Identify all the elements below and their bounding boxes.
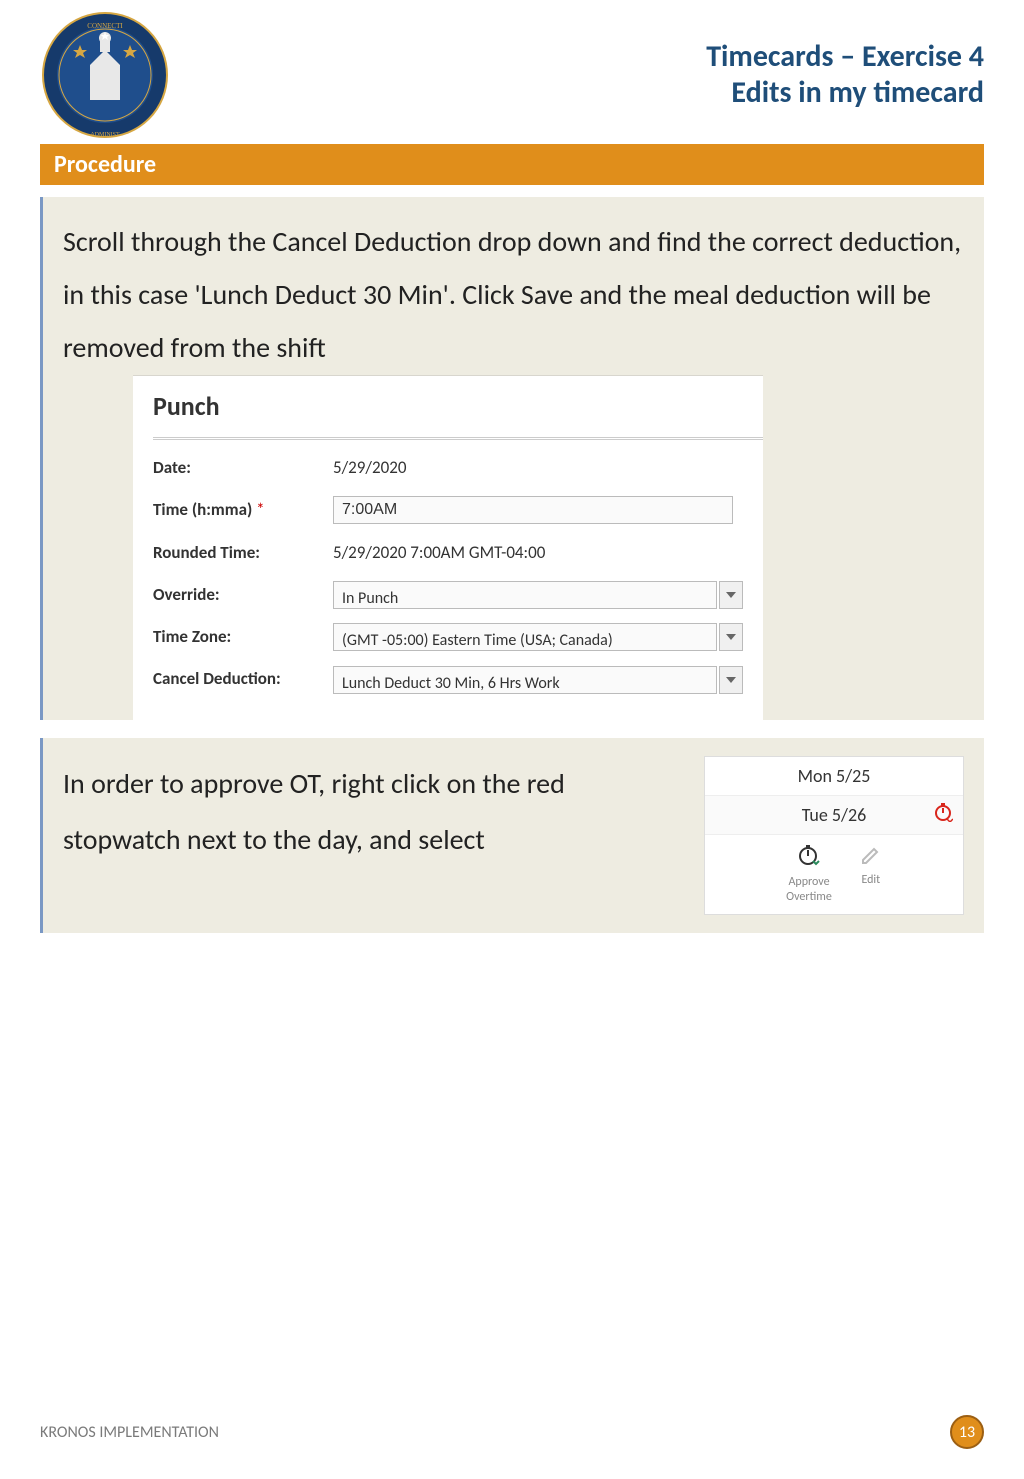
date-label: Date: xyxy=(153,452,333,484)
required-asterisk: * xyxy=(256,499,264,520)
time-label: Time (h:mma) * xyxy=(153,494,333,526)
rounded-time-value: 5/29/2020 7:00AM GMT-04:00 xyxy=(333,537,763,569)
cancel-deduction-dropdown-button[interactable] xyxy=(719,666,743,694)
chevron-down-icon xyxy=(726,677,736,683)
rounded-time-label: Rounded Time: xyxy=(153,537,333,569)
chevron-down-icon xyxy=(726,592,736,598)
page-number-badge: 13 xyxy=(950,1415,984,1449)
override-value: In Punch xyxy=(333,581,717,609)
procedure-heading: Procedure xyxy=(40,144,984,185)
punch-dialog-title: Punch xyxy=(153,382,763,440)
override-select[interactable]: In Punch xyxy=(333,581,743,609)
context-menu: Approve Overtime Edit xyxy=(705,835,963,914)
approve-stopwatch-icon xyxy=(786,843,832,873)
org-seal-icon: CONNECTI ADMINIST xyxy=(40,10,170,140)
timezone-select[interactable]: (GMT -05:00) Eastern Time (USA; Canada) xyxy=(333,623,743,651)
timezone-label: Time Zone: xyxy=(153,621,333,653)
svg-text:ADMINIST: ADMINIST xyxy=(90,132,120,138)
cancel-deduction-value: Lunch Deduct 30 Min, 6 Hrs Work xyxy=(333,666,717,694)
day-row-tue[interactable]: Tue 5/26 xyxy=(705,796,963,835)
edit-button[interactable]: Edit xyxy=(860,843,882,904)
approve-overtime-button[interactable]: Approve Overtime xyxy=(786,843,832,904)
cancel-deduction-label: Cancel Deduction: xyxy=(153,663,333,695)
overtime-day-panel: Mon 5/25 Tue 5/26 xyxy=(704,756,964,915)
instruction-section-1: Scroll through the Cancel Deduction drop… xyxy=(40,197,984,720)
title-line-1: Timecards – Exercise 4 xyxy=(706,39,984,75)
svg-text:CONNECTI: CONNECTI xyxy=(87,22,123,30)
date-value: 5/29/2020 xyxy=(333,452,763,484)
page-footer: KRONOS IMPLEMENTATION 13 xyxy=(40,1415,984,1449)
override-label: Override: xyxy=(153,579,333,611)
instruction-paragraph-1: Scroll through the Cancel Deduction drop… xyxy=(63,215,964,375)
chevron-down-icon xyxy=(726,634,736,640)
title-line-2: Edits in my timecard xyxy=(706,75,984,111)
timezone-dropdown-button[interactable] xyxy=(719,623,743,651)
punch-dialog: Punch Date: 5/29/2020 Time (h:mma) * Rou… xyxy=(133,375,763,720)
override-dropdown-button[interactable] xyxy=(719,581,743,609)
footer-text: KRONOS IMPLEMENTATION xyxy=(40,1423,219,1442)
instruction-section-2: In order to approve OT, right click on t… xyxy=(40,738,984,933)
approve-label-1: Approve xyxy=(788,875,829,889)
timezone-value: (GMT -05:00) Eastern Time (USA; Canada) xyxy=(333,623,717,651)
day-row-mon[interactable]: Mon 5/25 xyxy=(705,757,963,796)
page-title: Timecards – Exercise 4 Edits in my timec… xyxy=(706,39,984,111)
pencil-icon xyxy=(860,843,882,871)
time-input[interactable] xyxy=(333,496,733,524)
instruction-paragraph-2: In order to approve OT, right click on t… xyxy=(63,756,664,915)
cancel-deduction-select[interactable]: Lunch Deduct 30 Min, 6 Hrs Work xyxy=(333,666,743,694)
edit-label: Edit xyxy=(861,873,880,887)
stopwatch-icon[interactable] xyxy=(933,802,953,828)
approve-label-2: Overtime xyxy=(786,890,832,904)
